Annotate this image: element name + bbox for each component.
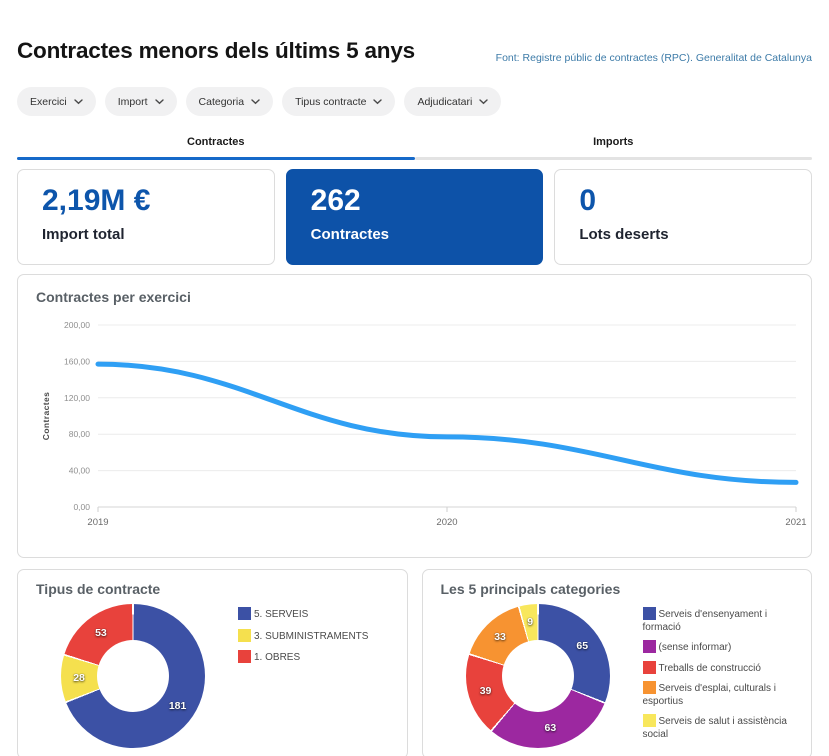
kpi-value: 0 [579, 185, 801, 217]
legend-label: 5. SERVEIS [254, 609, 308, 620]
filter-exercici[interactable]: Exercici [17, 87, 96, 116]
donut-title: Tipus de contracte [36, 581, 393, 597]
filter-import[interactable]: Import [105, 87, 177, 116]
legend-swatch [238, 629, 251, 642]
donut-hole [97, 640, 169, 712]
kpi-value: 2,19M € [42, 185, 264, 217]
line-chart: 0,00 40,00 80,00 120,00 160,00 200,00 2019 2020… [36, 309, 803, 548]
slice-value-label: 181 [169, 700, 187, 712]
bottom-row: Tipus de contracte 181 28 53 5. SERVEIS 3. … [17, 569, 812, 756]
legend-swatch [643, 714, 656, 727]
y-tick-label: 120,00 [64, 393, 90, 403]
filter-adjudicatari[interactable]: Adjudicatari [404, 87, 501, 116]
line-chart-title: Contractes per exercici [36, 289, 803, 305]
line-chart-svg: 0,00 40,00 80,00 120,00 160,00 200,00 2019 2020… [36, 309, 810, 543]
legend-item: 5. SERVEIS [238, 607, 368, 622]
legend-label: 3. SUBMINISTRAMENTS [254, 631, 368, 642]
slice-value-label: 65 [576, 640, 588, 652]
donut-legend: 5. SERVEIS 3. SUBMINISTRAMENTS 1. OBRES [238, 607, 368, 748]
legend-label: Serveis de salut i assistència social [643, 716, 787, 740]
legend-item: Treballs de construcció [643, 661, 798, 676]
y-tick-label: 160,00 [64, 356, 90, 366]
legend-swatch [643, 661, 656, 674]
legend-item: Serveis d'ensenyament i formació [643, 607, 798, 634]
tab-contractes[interactable]: Contractes [17, 128, 415, 160]
filter-bar: Exercici Import Categoria Tipus contract… [17, 87, 812, 116]
legend-label: Serveis d'ensenyament i formació [643, 609, 768, 633]
kpi-label: Lots deserts [579, 226, 801, 243]
chevron-down-icon [155, 99, 164, 105]
filter-label: Tipus contracte [295, 96, 366, 108]
line-chart-panel: Contractes per exercici 0,00 40,00 80,00 12… [17, 274, 812, 558]
legend-swatch [643, 681, 656, 694]
legend-swatch [238, 650, 251, 663]
legend-item: 3. SUBMINISTRAMENTS [238, 629, 368, 644]
kpi-contractes: 262 Contractes [286, 169, 544, 265]
slice-value-label: 39 [480, 685, 492, 697]
filter-label: Exercici [30, 96, 67, 108]
kpi-label: Contractes [311, 226, 533, 243]
y-tick-label: 200,00 [64, 320, 90, 330]
chevron-down-icon [373, 99, 382, 105]
legend-item: Serveis d'esplai, culturals i esportius [643, 681, 798, 708]
slice-value-label: 53 [95, 627, 107, 639]
chevron-down-icon [251, 99, 260, 105]
legend-label: (sense informar) [659, 642, 732, 653]
donut-title: Les 5 principals categories [441, 581, 798, 597]
filter-label: Import [118, 96, 148, 108]
y-tick-label: 40,00 [69, 466, 91, 476]
dashboard-page: Font: Registre públic de contractes (RPC… [0, 38, 829, 756]
donut-legend: Serveis d'ensenyament i formació (sense i… [643, 607, 798, 748]
x-tick-label: 2019 [87, 517, 108, 528]
x-tick-label: 2021 [785, 517, 806, 528]
filter-categoria[interactable]: Categoria [186, 87, 274, 116]
kpi-label: Import total [42, 226, 264, 243]
donut-panel-categories: Les 5 principals categories 65 63 39 33 9 Se… [422, 569, 813, 756]
slice-value-label: 33 [494, 631, 506, 643]
legend-label: 1. OBRES [254, 652, 300, 663]
slice-value-label: 9 [527, 616, 533, 628]
y-axis-label: Contractes [41, 392, 51, 440]
chevron-down-icon [479, 99, 488, 105]
tab-bar: Contractes Imports [17, 128, 812, 160]
slice-value-label: 63 [545, 722, 557, 734]
source-link[interactable]: Font: Registre públic de contractes (RPC… [496, 52, 812, 64]
slice-value-label: 28 [73, 672, 85, 684]
donut-chart-tipus: 181 28 53 [61, 604, 205, 748]
y-tick-label: 80,00 [69, 429, 91, 439]
kpi-lots-deserts: 0 Lots deserts [554, 169, 812, 265]
donut-hole [502, 640, 574, 712]
tab-imports[interactable]: Imports [415, 128, 813, 160]
filter-tipus-contracte[interactable]: Tipus contracte [282, 87, 395, 116]
chevron-down-icon [74, 99, 83, 105]
kpi-import-total: 2,19M € Import total [17, 169, 275, 265]
filter-label: Adjudicatari [417, 96, 472, 108]
legend-item: (sense informar) [643, 640, 798, 655]
kpi-value: 262 [311, 185, 533, 217]
line-series [98, 364, 796, 482]
kpi-row: 2,19M € Import total 262 Contractes 0 Lo… [17, 169, 812, 265]
legend-swatch [643, 607, 656, 620]
legend-label: Serveis d'esplai, culturals i esportius [643, 683, 777, 707]
y-tick-label: 0,00 [73, 502, 90, 512]
donut-panel-tipus: Tipus de contracte 181 28 53 5. SERVEIS 3. … [17, 569, 408, 756]
legend-item: 1. OBRES [238, 650, 368, 665]
legend-swatch [238, 607, 251, 620]
legend-label: Treballs de construcció [659, 663, 761, 674]
donut-chart-categories: 65 63 39 33 9 [466, 604, 610, 748]
legend-item: Serveis de salut i assistència social [643, 714, 798, 741]
legend-swatch [643, 640, 656, 653]
filter-label: Categoria [199, 96, 245, 108]
x-tick-label: 2020 [436, 517, 457, 528]
